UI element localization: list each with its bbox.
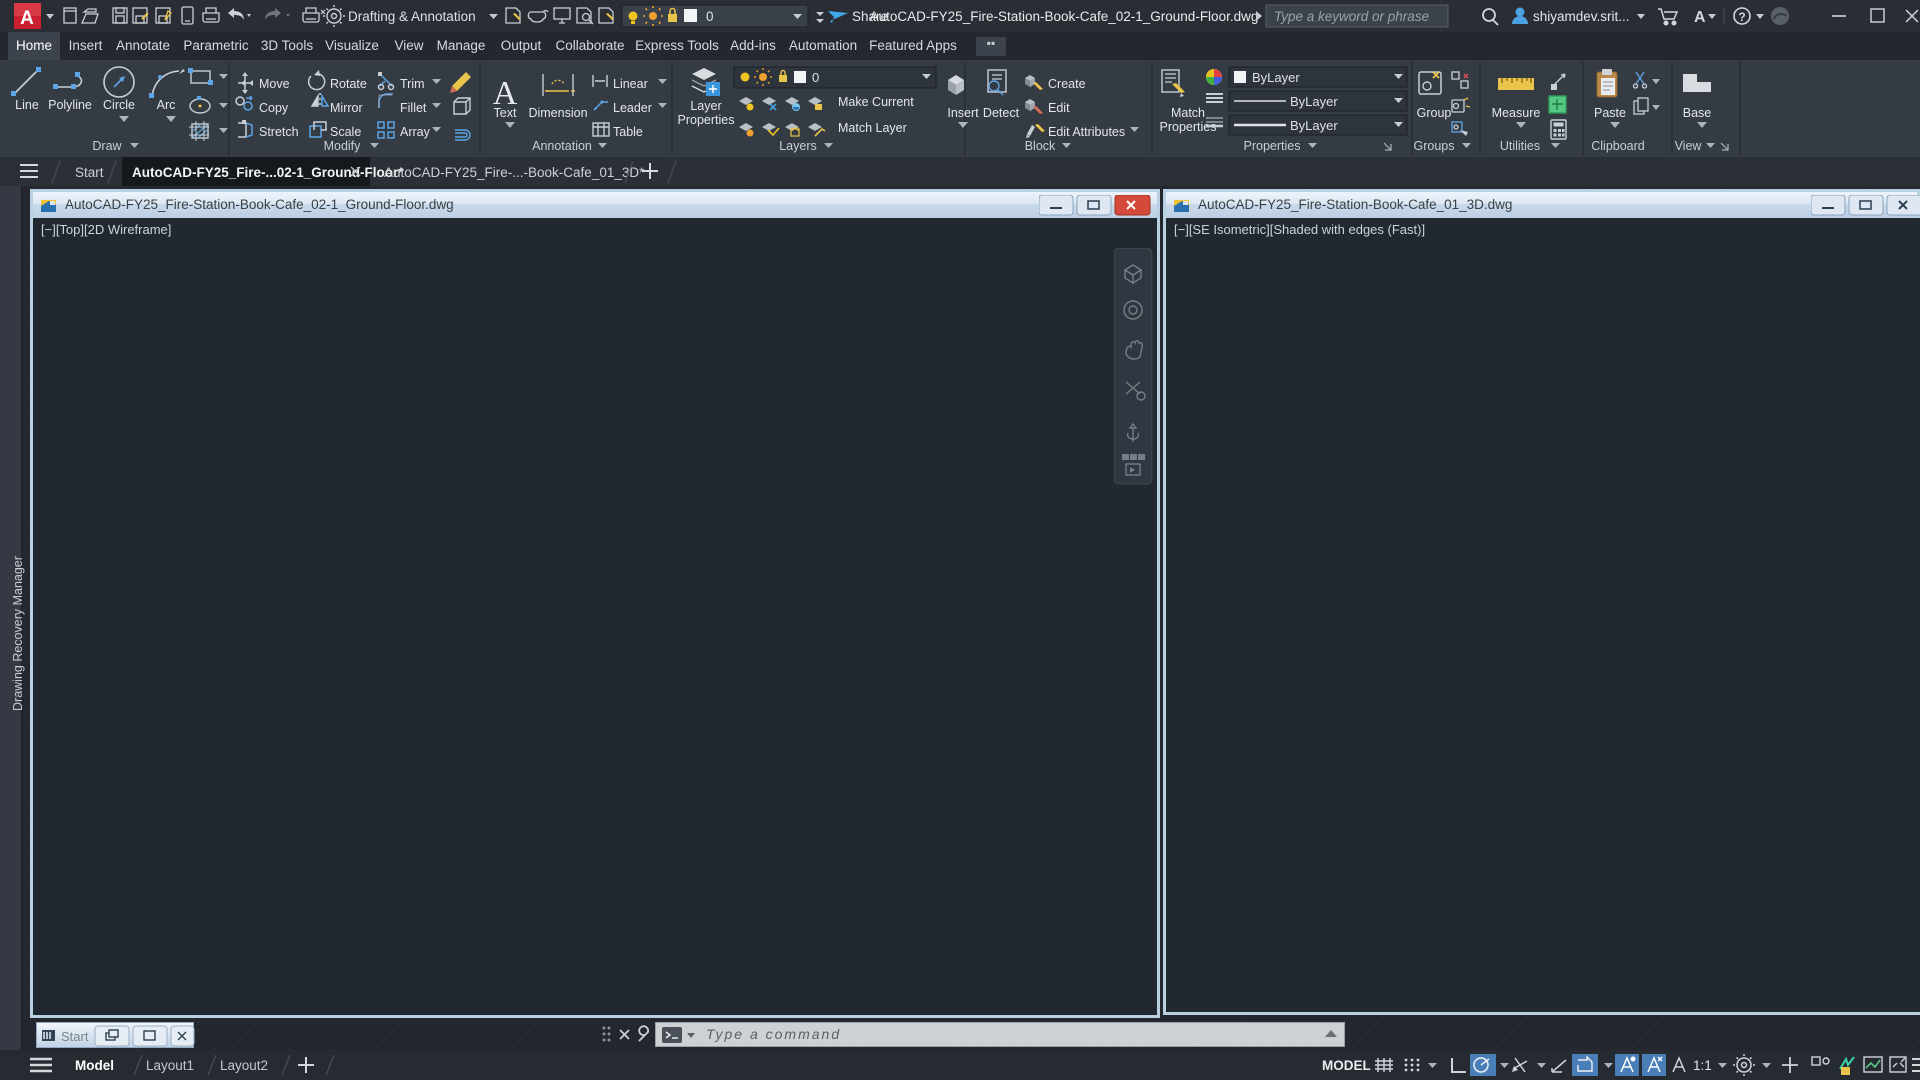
- svg-text:Edit Attributes: Edit Attributes: [1048, 125, 1125, 139]
- svg-text:Properties: Properties: [678, 113, 735, 127]
- svg-text:ByLayer: ByLayer: [1290, 94, 1338, 109]
- svg-text:Clipboard: Clipboard: [1591, 139, 1645, 153]
- svg-text:Modify: Modify: [324, 139, 362, 153]
- svg-text:Trim: Trim: [400, 77, 425, 91]
- svg-text:Start: Start: [61, 1029, 89, 1044]
- svg-text:Annotation: Annotation: [532, 139, 592, 153]
- svg-text:AutoCAD-FY25_Fire-...02-1_Grou: AutoCAD-FY25_Fire-...02-1_Ground-Floor*: [132, 165, 404, 180]
- svg-text:Type a keyword or phrase: Type a keyword or phrase: [1274, 9, 1429, 24]
- svg-text:Layer: Layer: [690, 99, 721, 113]
- svg-text:?: ?: [1738, 10, 1745, 24]
- svg-text:Move: Move: [259, 77, 290, 91]
- svg-text:0: 0: [706, 9, 714, 24]
- svg-text:A: A: [493, 75, 518, 112]
- svg-text:MODEL: MODEL: [1322, 1058, 1371, 1073]
- svg-text:Arc: Arc: [157, 98, 176, 112]
- svg-text:View: View: [1675, 139, 1703, 153]
- svg-text:Polyline: Polyline: [48, 98, 92, 112]
- svg-text:Match Layer: Match Layer: [838, 121, 907, 135]
- svg-text:Fillet: Fillet: [400, 101, 427, 115]
- svg-text:Group: Group: [1417, 106, 1452, 120]
- svg-text:Create: Create: [1048, 77, 1086, 91]
- svg-text:Insert: Insert: [947, 106, 979, 120]
- svg-text:Start: Start: [75, 165, 104, 180]
- svg-text:Leader: Leader: [613, 101, 652, 115]
- svg-text:Table: Table: [613, 125, 643, 139]
- svg-text:Base: Base: [1683, 106, 1712, 120]
- svg-text:Model: Model: [75, 1058, 114, 1073]
- svg-text:1:1: 1:1: [1693, 1058, 1712, 1073]
- svg-text:Layers: Layers: [779, 139, 817, 153]
- svg-text:Copy: Copy: [259, 101, 289, 115]
- svg-text:Properties: Properties: [1244, 139, 1301, 153]
- svg-text:A: A: [20, 8, 34, 29]
- svg-text:Stretch: Stretch: [259, 125, 299, 139]
- svg-text:Drafting & Annotation: Drafting & Annotation: [348, 9, 476, 24]
- svg-text:ByLayer: ByLayer: [1252, 70, 1300, 85]
- svg-text:Layout2: Layout2: [220, 1058, 268, 1073]
- svg-text:Rotate: Rotate: [330, 77, 367, 91]
- svg-text:Linear: Linear: [613, 77, 648, 91]
- svg-text:Detect: Detect: [983, 106, 1020, 120]
- svg-text:AutoCAD-FY25_Fire-...-Book-Caf: AutoCAD-FY25_Fire-...-Book-Cafe_01_3D*: [384, 165, 645, 180]
- svg-text:Measure: Measure: [1492, 106, 1541, 120]
- svg-text:Groups: Groups: [1414, 139, 1455, 153]
- svg-text:Layout1: Layout1: [146, 1058, 194, 1073]
- svg-text:Circle: Circle: [103, 98, 135, 112]
- svg-text:0: 0: [812, 70, 819, 85]
- svg-text:Paste: Paste: [1594, 106, 1626, 120]
- svg-text:Block: Block: [1025, 139, 1056, 153]
- svg-text:Dimension: Dimension: [528, 106, 587, 120]
- svg-text:A: A: [1694, 9, 1706, 26]
- svg-text:ByLayer: ByLayer: [1290, 118, 1338, 133]
- svg-text:Draw: Draw: [92, 139, 122, 153]
- svg-text:AutoCAD-FY25_Fire-Station-Book: AutoCAD-FY25_Fire-Station-Book-Cafe_02-1…: [870, 9, 1259, 24]
- svg-text:Line: Line: [15, 98, 39, 112]
- svg-text:Edit: Edit: [1048, 101, 1070, 115]
- svg-text:Make Current: Make Current: [838, 95, 914, 109]
- svg-text:Mirror: Mirror: [330, 101, 363, 115]
- svg-text:Utilities: Utilities: [1500, 139, 1540, 153]
- svg-text:Scale: Scale: [330, 125, 361, 139]
- svg-text:Array: Array: [400, 125, 431, 139]
- svg-text:shiyamdev.srit...: shiyamdev.srit...: [1533, 9, 1630, 24]
- svg-text:Match: Match: [1171, 106, 1205, 120]
